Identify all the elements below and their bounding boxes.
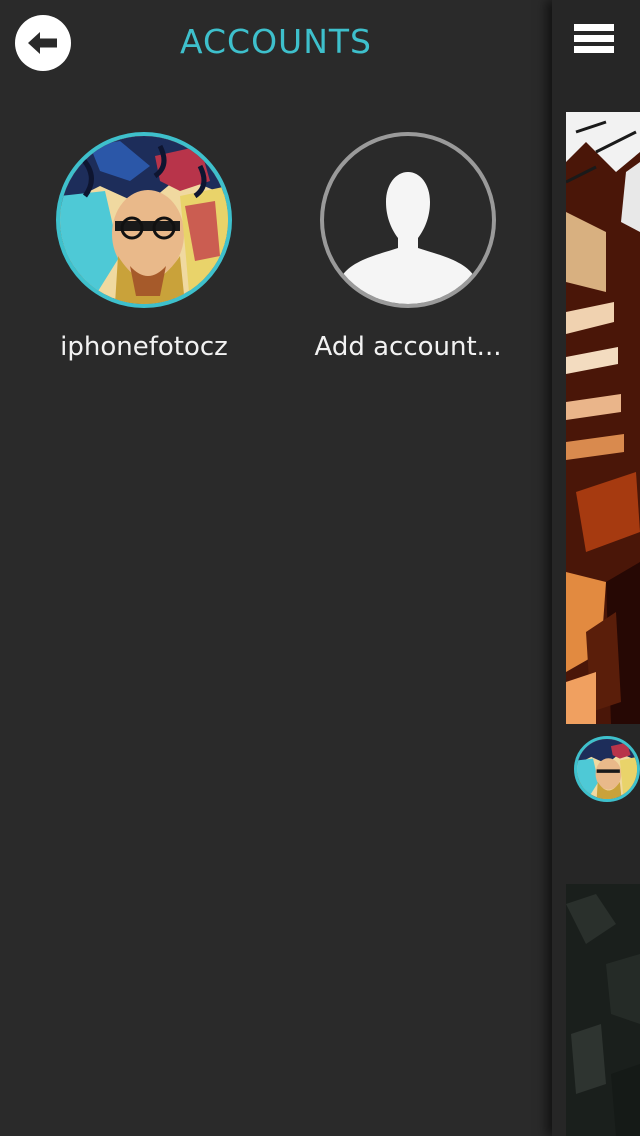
app-screen: ACCOUNTS iphonefotocz Add account... [0,0,640,1136]
account-label: iphonefotocz [60,332,228,362]
menu-bar [574,24,614,31]
hamburger-menu-icon[interactable] [574,24,618,64]
accounts-list: iphonefotocz Add account... [0,132,552,392]
user-avatar-image [60,136,228,304]
user-avatar-image [577,739,637,799]
accounts-drawer: ACCOUNTS iphonefotocz Add account... [0,0,552,1136]
feed-panel[interactable] [552,0,640,1136]
feed-photo[interactable] [566,112,640,724]
avatar[interactable] [320,132,496,308]
account-label: Add account... [314,332,502,362]
feed-photo-image [566,884,640,1136]
account-item-iphonefotocz[interactable]: iphonefotocz [44,132,244,362]
add-account-button[interactable]: Add account... [308,132,508,362]
avatar[interactable] [56,132,232,308]
feed-photo[interactable] [566,884,640,1136]
page-title: ACCOUNTS [180,22,372,61]
post-author-avatar[interactable] [574,736,640,802]
person-silhouette-icon [342,172,474,304]
menu-bar [574,46,614,53]
menu-bar [574,35,614,42]
feed-photo-image [566,112,640,724]
